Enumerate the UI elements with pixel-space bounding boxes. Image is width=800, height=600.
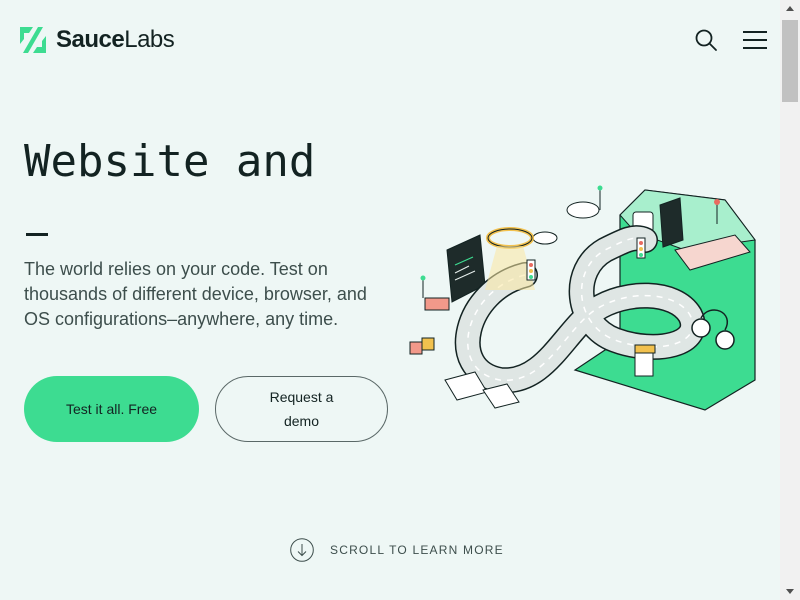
hero-illustration [409,185,756,411]
logo-text-light: Labs [124,26,175,53]
hamburger-menu-icon[interactable] [742,30,768,50]
scrollbar-thumb[interactable] [782,20,798,102]
request-demo-label: Request a demo [269,389,334,429]
page: SauceLabs Website and The world relies o… [0,0,780,600]
test-it-all-free-label: Test it all. Free [65,401,158,417]
vertical-scrollbar[interactable] [780,0,800,600]
search-icon[interactable] [694,28,718,52]
request-demo-button[interactable]: Request a demo [215,376,388,442]
logo-wordmark: SauceLabs [56,26,175,54]
saucelabs-logo[interactable]: SauceLabs [16,24,175,56]
hero-title: Website and [24,136,316,187]
test-it-all-free-button[interactable]: Test it all. Free [24,376,199,442]
logo-text-bold: Sauce [56,26,125,53]
saucelabs-logo-icon [20,27,46,53]
arrow-down-circle-icon [290,538,314,562]
scroll-down-arrow-icon[interactable] [780,583,800,600]
scroll-to-learn-more[interactable]: SCROLL TO LEARN MORE [290,538,504,562]
scroll-up-arrow-icon[interactable] [780,0,800,17]
scroll-label: SCROLL TO LEARN MORE [330,543,504,557]
typing-cursor [26,233,48,236]
hero-description: The world relies on your code. Test on t… [24,259,367,329]
